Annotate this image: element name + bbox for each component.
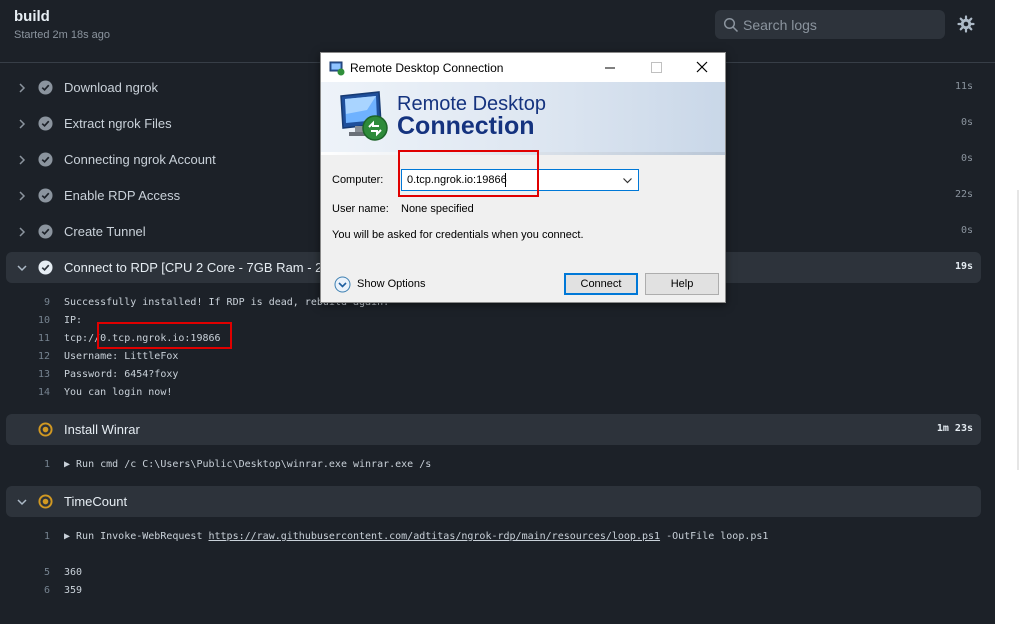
search-icon xyxy=(723,17,739,33)
check-circle-icon xyxy=(38,152,53,167)
chevron-down-icon xyxy=(17,265,27,272)
check-circle-icon xyxy=(38,116,53,131)
chevron-down-icon xyxy=(17,499,27,506)
log-command-suffix: -OutFile loop.ps1 xyxy=(660,531,769,542)
step-name: Connecting ngrok Account xyxy=(64,152,216,167)
step-timecount[interactable]: TimeCount xyxy=(6,486,981,517)
log-text: 359 xyxy=(64,585,83,596)
chevron-right-icon xyxy=(19,191,26,201)
line-number: 14 xyxy=(37,387,50,398)
dialog-titlebar[interactable]: Remote Desktop Connection xyxy=(321,53,725,82)
step-duration: 11s xyxy=(954,81,973,92)
help-button[interactable]: Help xyxy=(645,273,719,295)
log-text: IP: xyxy=(64,315,83,326)
scrollbar[interactable] xyxy=(1017,190,1019,470)
line-number: 1 xyxy=(43,459,50,470)
dialog-title: Remote Desktop Connection xyxy=(350,61,504,75)
log-link[interactable]: https://raw.githubusercontent.com/adtita… xyxy=(209,531,661,542)
step-duration: 0s xyxy=(960,225,973,236)
log-text: 360 xyxy=(64,567,83,578)
rdp-app-icon xyxy=(329,61,345,76)
expand-options-icon[interactable] xyxy=(334,276,351,293)
banner-title-line2: Connection xyxy=(397,112,535,140)
in-progress-icon xyxy=(38,422,53,437)
chevron-down-icon[interactable] xyxy=(622,175,633,186)
check-circle-icon xyxy=(38,224,53,239)
search-placeholder: Search logs xyxy=(743,17,817,33)
highlight-box-ip xyxy=(97,322,232,349)
line-number: 1 xyxy=(43,531,50,542)
username-label: User name: xyxy=(332,203,389,215)
search-logs-input[interactable]: Search logs xyxy=(715,10,945,39)
log-command: ▶ Run Invoke-WebRequest xyxy=(64,531,209,542)
in-progress-icon xyxy=(38,494,53,509)
log-text: You can login now! xyxy=(64,387,173,398)
minimize-icon[interactable] xyxy=(587,53,633,82)
step-duration: 1m 23s xyxy=(936,423,973,434)
step-name: TimeCount xyxy=(64,494,128,509)
check-circle-icon xyxy=(38,260,53,275)
credentials-info: You will be asked for credentials when y… xyxy=(332,229,584,241)
chevron-right-icon xyxy=(19,155,26,165)
rdp-logo-icon xyxy=(340,91,388,141)
highlight-box-computer xyxy=(398,150,539,197)
gear-icon[interactable] xyxy=(957,15,975,33)
line-number: 13 xyxy=(37,369,50,380)
line-number: 9 xyxy=(43,297,50,308)
log-text: Username: LittleFox xyxy=(64,351,179,362)
step-name: Enable RDP Access xyxy=(64,188,181,203)
maximize-icon xyxy=(651,62,662,73)
line-number: 11 xyxy=(37,333,50,344)
window-edge xyxy=(995,0,1020,624)
log-text: Password: 6454?foxy xyxy=(64,369,179,380)
step-name: Create Tunnel xyxy=(64,224,146,239)
connect-button[interactable]: Connect xyxy=(564,273,638,295)
chevron-right-icon xyxy=(19,119,26,129)
chevron-right-icon xyxy=(19,83,26,93)
step-duration: 0s xyxy=(960,117,973,128)
username-value: None specified xyxy=(401,203,474,215)
step-name: Connect to RDP [CPU 2 Core - 7GB Ram - 2… xyxy=(64,260,337,275)
show-options-link[interactable]: Show Options xyxy=(357,278,425,290)
line-number: 12 xyxy=(37,351,50,362)
log-text: ▶ Run Invoke-WebRequest https://raw.gith… xyxy=(64,531,768,542)
line-number: 10 xyxy=(37,315,50,326)
line-number: 5 xyxy=(43,567,50,578)
step-name: Extract ngrok Files xyxy=(64,116,172,131)
step-name: Install Winrar xyxy=(64,422,140,437)
step-duration: 0s xyxy=(960,153,973,164)
job-title: build xyxy=(14,8,50,25)
line-number: 6 xyxy=(43,585,50,596)
step-name: Download ngrok xyxy=(64,80,158,95)
log-text: ▶ Run cmd /c C:\Users\Public\Desktop\win… xyxy=(64,459,432,470)
step-duration: 19s xyxy=(954,261,973,272)
check-circle-icon xyxy=(38,80,53,95)
computer-label: Computer: xyxy=(332,174,384,186)
close-icon[interactable] xyxy=(679,53,725,82)
chevron-right-icon xyxy=(19,227,26,237)
check-circle-icon xyxy=(38,188,53,203)
step-install-winrar[interactable]: Install Winrar 1m 23s xyxy=(6,414,981,445)
job-started-time: Started 2m 18s ago xyxy=(14,29,111,41)
step-duration: 22s xyxy=(954,189,973,200)
